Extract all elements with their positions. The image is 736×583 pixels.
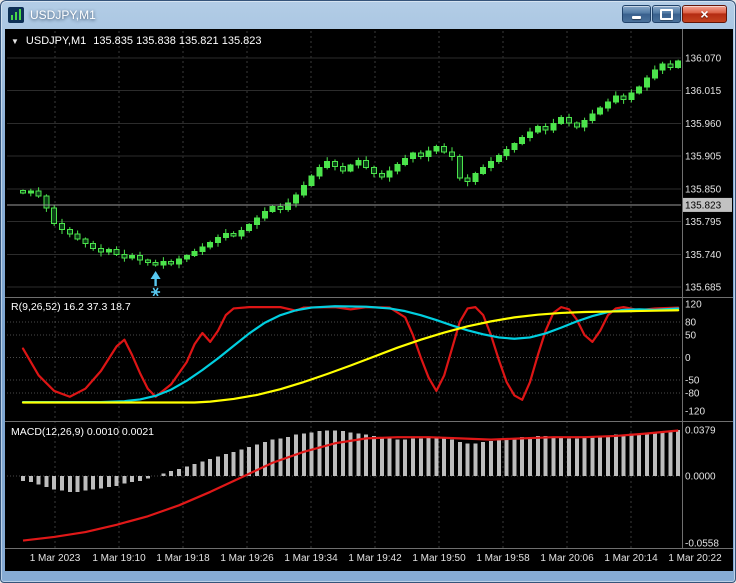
- svg-text:1 Mar 19:26: 1 Mar 19:26: [220, 553, 274, 564]
- mt4-chart-window: USDJPY,M1 × 135.823 136.070 136.015 135.960…: [0, 0, 736, 583]
- quote-symbol: USDJPY,M1: [25, 35, 87, 47]
- oscillator-label: R(9,26,52) 16.2 37.3 18.7: [11, 301, 131, 313]
- chart-area: 135.823 136.070 136.015 135.960 135.905 135.8…: [5, 29, 733, 571]
- chart-canvas[interactable]: 135.823 136.070 136.015 135.960 135.905 135.8…: [5, 29, 733, 571]
- buy-arrow-marker: [150, 271, 161, 296]
- svg-text:135.905: 135.905: [685, 152, 722, 163]
- svg-text:1 Mar 19:10: 1 Mar 19:10: [92, 553, 146, 564]
- svg-text:-0.0558: -0.0558: [685, 539, 719, 550]
- svg-text:135.740: 135.740: [685, 250, 722, 261]
- time-axis: 1 Mar 2023 1 Mar 19:10 1 Mar 19:18 1 Mar 19…: [30, 553, 722, 564]
- svg-text:-80: -80: [685, 389, 700, 400]
- svg-text:135.823: 135.823: [685, 200, 722, 211]
- svg-text:120: 120: [685, 300, 702, 311]
- chart-icon: [8, 7, 24, 23]
- maximize-icon: [660, 8, 673, 20]
- svg-text:50: 50: [685, 331, 697, 342]
- minimize-icon: [632, 15, 641, 19]
- svg-text:136.015: 136.015: [685, 86, 722, 97]
- svg-text:1 Mar 19:34: 1 Mar 19:34: [284, 553, 338, 564]
- svg-text:135.795: 135.795: [685, 217, 722, 228]
- svg-text:1 Mar 20:06: 1 Mar 20:06: [540, 553, 594, 564]
- maximize-button[interactable]: [652, 5, 681, 23]
- svg-text:136.070: 136.070: [685, 54, 722, 65]
- svg-text:0.0000: 0.0000: [685, 472, 716, 483]
- oscillator-scale: 120 80 50 0 -50 -80 -120: [685, 300, 705, 418]
- svg-text:1 Mar 19:18: 1 Mar 19:18: [156, 553, 210, 564]
- window-title: USDJPY,M1: [30, 8, 96, 22]
- close-button[interactable]: ×: [682, 5, 727, 23]
- svg-text:1 Mar 19:50: 1 Mar 19:50: [412, 553, 466, 564]
- titlebar[interactable]: USDJPY,M1 ×: [1, 1, 735, 29]
- svg-text:1 Mar 19:58: 1 Mar 19:58: [476, 553, 530, 564]
- bid-price-line: 135.823: [7, 197, 732, 212]
- close-icon: ×: [700, 6, 709, 22]
- svg-text:135.960: 135.960: [685, 119, 722, 130]
- price-gridlines: [7, 57, 681, 288]
- svg-text:80: 80: [685, 317, 697, 328]
- price-scale: 136.070 136.015 135.960 135.905 135.850 135.7…: [685, 54, 722, 294]
- svg-text:1 Mar 2023: 1 Mar 2023: [30, 553, 81, 564]
- macd-scale: 0.0379 0.0000 -0.0558: [685, 426, 719, 550]
- quote-ohlc: 135.835 135.838 135.821 135.823: [93, 35, 262, 47]
- ohlc-quote: ▼ USDJPY,M1 135.835 135.838 135.821 135.…: [11, 35, 261, 47]
- svg-text:0: 0: [685, 353, 691, 364]
- svg-text:135.685: 135.685: [685, 283, 722, 294]
- svg-text:1 Mar 20:14: 1 Mar 20:14: [604, 553, 658, 564]
- macd-panel: [7, 429, 681, 542]
- oscillator-panel: [7, 305, 681, 404]
- svg-text:-50: -50: [685, 375, 700, 386]
- svg-text:-120: -120: [685, 407, 705, 418]
- svg-text:1 Mar 19:42: 1 Mar 19:42: [348, 553, 402, 564]
- minimize-button[interactable]: [622, 5, 651, 23]
- symbol-dropdown-icon[interactable]: ▼: [11, 36, 19, 47]
- svg-text:1 Mar 20:22: 1 Mar 20:22: [668, 553, 722, 564]
- app-icon[interactable]: [8, 7, 24, 23]
- svg-text:135.850: 135.850: [685, 184, 722, 195]
- window-controls: ×: [622, 5, 727, 23]
- oscillator-line-mid-cyan: [21, 305, 680, 404]
- svg-text:0.0379: 0.0379: [685, 426, 716, 437]
- macd-label: MACD(12,26,9) 0.0010 0.0021: [11, 426, 155, 438]
